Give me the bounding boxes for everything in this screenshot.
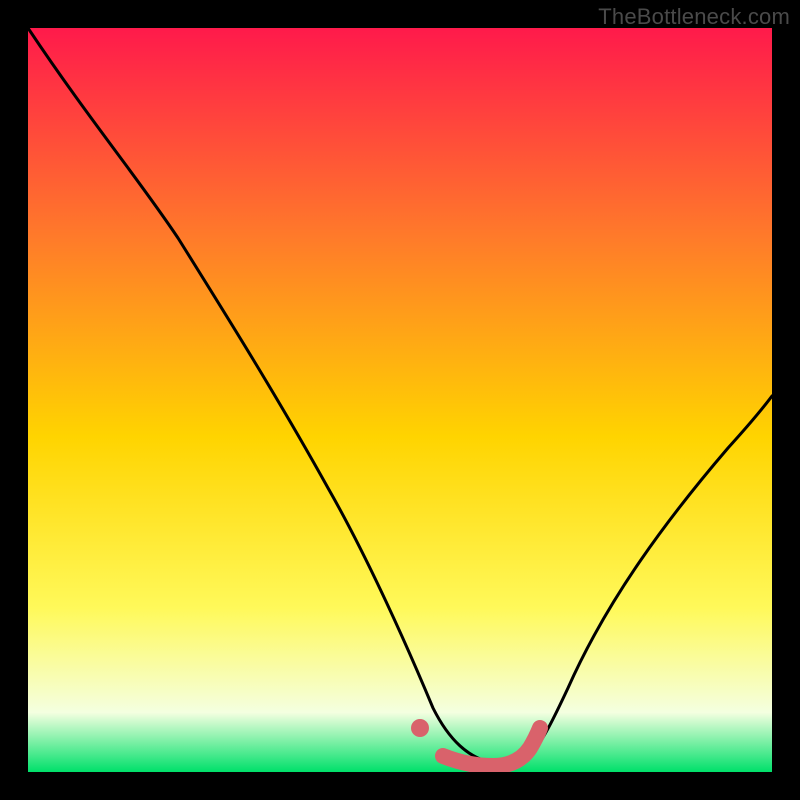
optimal-zone-start-dot [411, 719, 429, 737]
plot-area [28, 28, 772, 772]
chart-frame: TheBottleneck.com [0, 0, 800, 800]
watermark-text: TheBottleneck.com [598, 4, 790, 30]
gradient-background [28, 28, 772, 772]
chart-svg [28, 28, 772, 772]
